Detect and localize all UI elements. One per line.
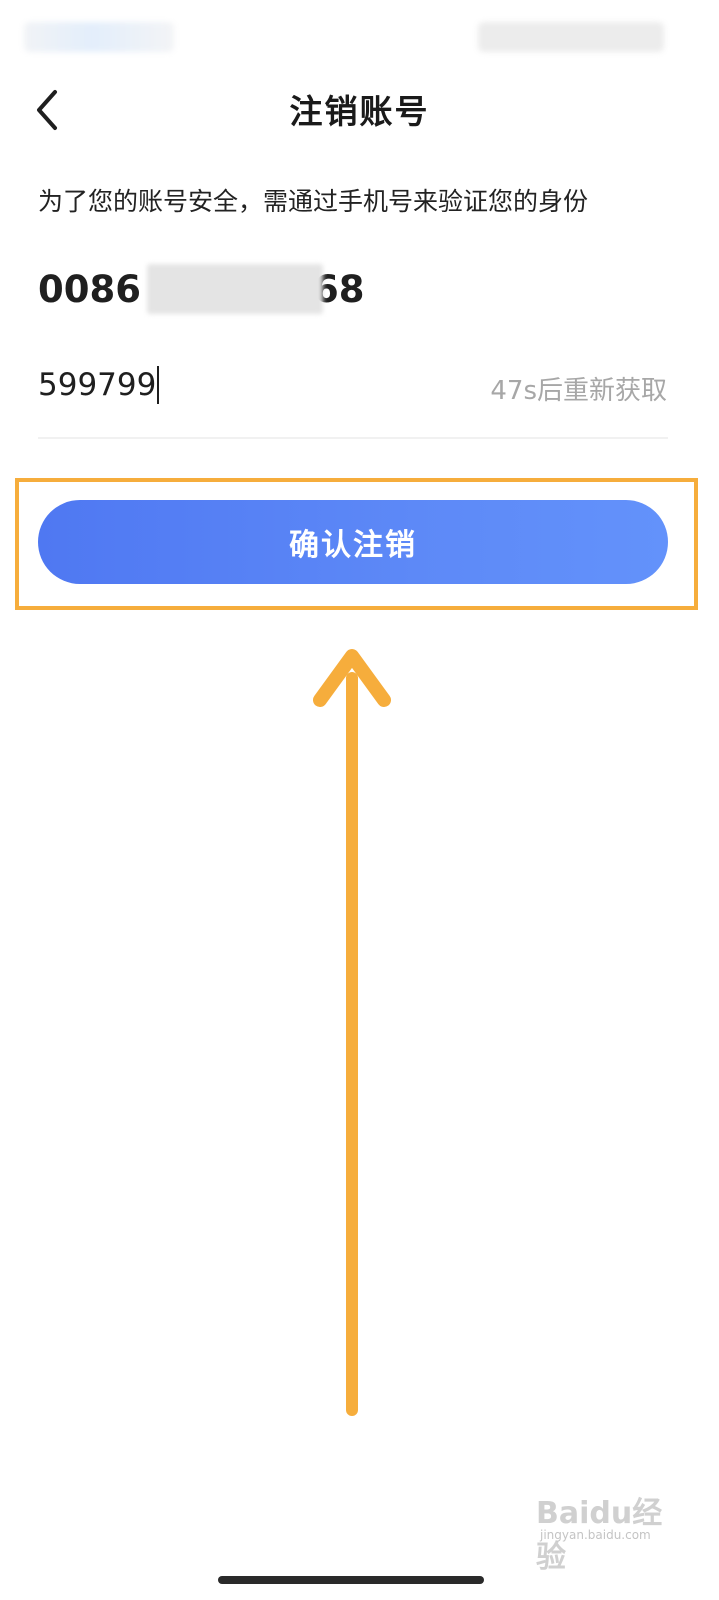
annotation-arrow	[313, 649, 391, 1416]
home-indicator	[218, 1576, 484, 1584]
watermark-url: jingyan.baidu.com	[540, 1528, 651, 1542]
watermark: Baidu经验 jingyan.baidu.com	[536, 1488, 686, 1575]
